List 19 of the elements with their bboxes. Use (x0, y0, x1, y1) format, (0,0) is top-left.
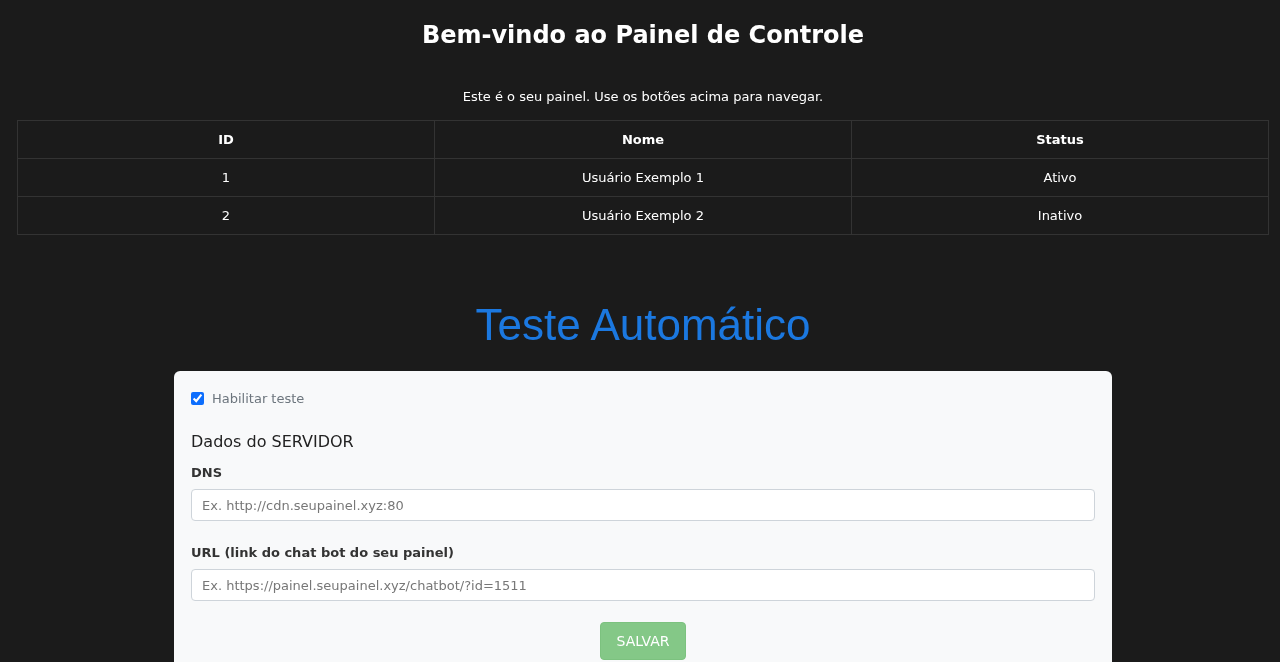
section-title: Teste Automático (475, 299, 811, 351)
column-header: Nome (434, 120, 852, 159)
column-header: ID (17, 120, 435, 159)
table-cell: Inativo (851, 196, 1269, 235)
table-cell: Ativo (851, 158, 1269, 197)
table-cell: 2 (17, 196, 435, 235)
table-cell: Usuário Exemplo 2 (434, 196, 852, 235)
field-label: URL (link do chat bot do seu painel) (191, 545, 455, 560)
table-cell: Usuário Exemplo 1 (434, 158, 852, 197)
table-cell: 1 (17, 158, 435, 197)
field-label: DNS (191, 465, 224, 480)
enable-checkbox[interactable] (191, 391, 204, 405)
input-field[interactable]: Ex. https://painel.seupainel.xyz/chatbot/?id=1511 (191, 569, 1095, 601)
checkbox-label: Habilitar teste (212, 390, 305, 406)
page-title: Bem-vindo ao Painel de Controle (421, 20, 865, 51)
group-title: Dados do SERVIDOR (191, 432, 355, 451)
input-field[interactable]: Ex. http://cdn.seupainel.xyz:80 (191, 489, 1095, 521)
intro-text: Este é o seu painel. Use os botões acima para navegar. (462, 88, 824, 106)
column-header: Status (851, 120, 1269, 159)
